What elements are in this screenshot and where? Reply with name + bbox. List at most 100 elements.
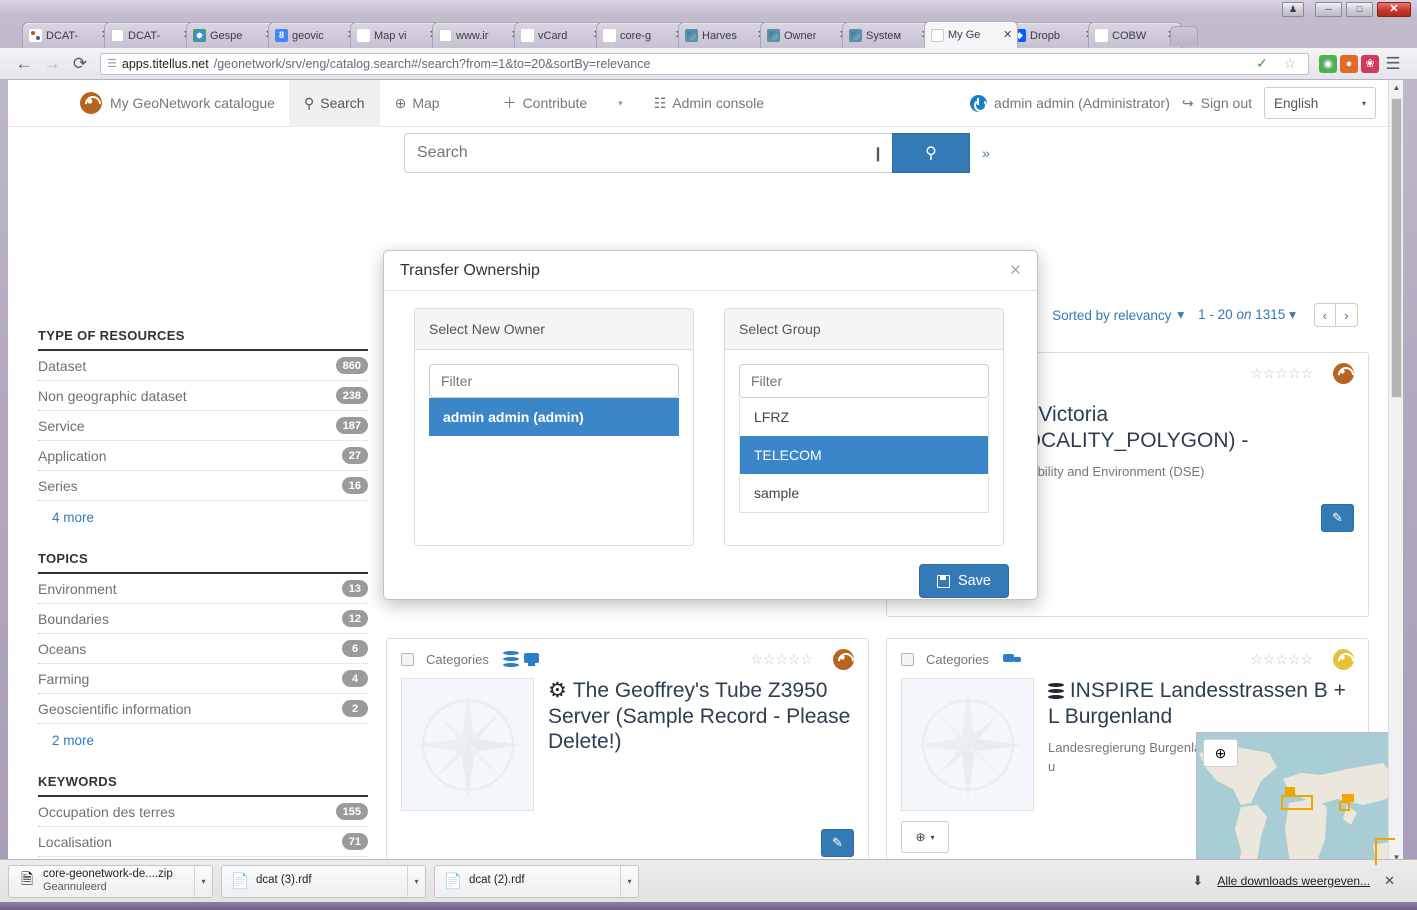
- chrome-menu-button[interactable]: ☰: [1379, 50, 1407, 78]
- sign-out-button[interactable]: ↪ Sign out: [1182, 95, 1252, 112]
- result-thumbnail[interactable]: [401, 678, 534, 811]
- rating-stars[interactable]: ☆☆☆☆☆: [750, 651, 813, 668]
- result-title[interactable]: INSPIRE Landesstrassen B + L Burgenland: [1048, 678, 1354, 729]
- sort-dropdown[interactable]: Sorted by relevancy ▾: [1052, 307, 1184, 323]
- prev-page-button[interactable]: ‹: [1313, 303, 1336, 327]
- browser-tab[interactable]: ☰ My Ge ✕: [924, 21, 1018, 48]
- nav-item-search[interactable]: ⚲ Search: [288, 80, 380, 127]
- nav-item-contribute[interactable]: ＋ Contribute: [455, 80, 603, 127]
- download-menu-caret-icon[interactable]: ▾: [407, 865, 425, 897]
- browser-tab[interactable]: Gespе✕: [186, 22, 280, 48]
- back-button[interactable]: ←: [10, 50, 38, 78]
- window-maximize-button[interactable]: □: [1346, 2, 1373, 17]
- facet-item[interactable]: Localisation 71: [38, 827, 368, 857]
- advanced-search-button[interactable]: ❙: [864, 133, 892, 173]
- search-submit-button[interactable]: ⚲: [892, 133, 970, 173]
- group-option[interactable]: TELECOM: [740, 436, 988, 474]
- edit-button[interactable]: ✎: [821, 829, 854, 857]
- page-scrollbar[interactable]: ▲ ▼: [1388, 80, 1403, 865]
- result-range[interactable]: 1 - 20 on 1315 ▾: [1198, 307, 1296, 323]
- window-close-button[interactable]: ✕: [1377, 2, 1411, 17]
- close-icon[interactable]: ×: [1010, 261, 1021, 280]
- browser-tab[interactable]: Systeм✕: [842, 22, 936, 48]
- next-page-button[interactable]: ›: [1335, 303, 1358, 327]
- facet-show-more-link[interactable]: 2 more: [38, 724, 368, 748]
- language-select[interactable]: English ▾: [1264, 87, 1376, 119]
- reload-button[interactable]: ⟳: [66, 50, 94, 78]
- download-menu-caret-icon[interactable]: ▾: [620, 865, 638, 897]
- scrollbar-thumb[interactable]: [1391, 98, 1402, 398]
- browser-tab[interactable]: ☰www.iг✕: [432, 22, 526, 48]
- facet-item[interactable]: Geoscientific information 2: [38, 694, 368, 724]
- browser-tab[interactable]: W3vCard✕: [514, 22, 608, 48]
- geonetwork-navbar: My GeoNetwork catalogue ⚲ Search ⊕ Map ＋…: [8, 80, 1398, 127]
- search-more-button[interactable]: »: [970, 133, 1002, 173]
- url-path: /geonetwork/srv/eng/catalog.search#/sear…: [213, 56, 651, 71]
- chevron-down-icon[interactable]: ▾: [602, 98, 639, 109]
- browser-tab[interactable]: Harveѕ✕: [678, 22, 772, 48]
- new-tab-button[interactable]: [1170, 26, 1198, 46]
- download-item[interactable]: 📄 dcat (3).rdf ▾: [221, 864, 426, 898]
- catalogue-brand[interactable]: My GeoNetwork catalogue: [66, 92, 289, 114]
- facet-item[interactable]: Boundaries 12: [38, 604, 368, 634]
- result-card[interactable]: Categories ☆☆☆☆☆: [386, 638, 869, 865]
- rating-stars[interactable]: ☆☆☆☆☆: [1250, 651, 1313, 668]
- rating-stars[interactable]: ☆☆☆☆☆: [1250, 365, 1313, 382]
- search-input[interactable]: [404, 133, 864, 173]
- facet-item[interactable]: Application 27: [38, 441, 368, 471]
- close-downloads-bar-icon[interactable]: ✕: [1384, 873, 1395, 889]
- window-minimize-button[interactable]: ─: [1315, 2, 1342, 17]
- facet-item[interactable]: Farming 4: [38, 664, 368, 694]
- browser-tab[interactable]: ●Map vi✕: [350, 22, 444, 48]
- chevron-down-icon: ▾: [1177, 307, 1185, 322]
- download-item[interactable]: 🗎 core-geonetwork-de....zip Geannuleerd ▾: [8, 864, 213, 898]
- extension-avatar-icon[interactable]: ●: [1340, 54, 1358, 73]
- group-option[interactable]: sample: [740, 474, 988, 512]
- scroll-up-icon[interactable]: ▲: [1389, 80, 1404, 95]
- browser-tab[interactable]: ●core-g✕: [596, 22, 690, 48]
- overview-map[interactable]: ⊕: [1196, 732, 1396, 865]
- facet-item[interactable]: Series 16: [38, 471, 368, 501]
- group-filter-input[interactable]: [739, 364, 989, 398]
- facet-item[interactable]: Service 187: [38, 411, 368, 441]
- nav-item-admin-console[interactable]: ☷ Admin console: [639, 80, 779, 127]
- facet-item[interactable]: Oceans 6: [38, 634, 368, 664]
- bookmark-star-icon[interactable]: ☆: [1278, 52, 1302, 76]
- browser-tab[interactable]: Owner✕: [760, 22, 854, 48]
- owner-option-list: admin admin (admin): [429, 398, 679, 436]
- address-bar[interactable]: ☰ apps.titellus.net/geonetwork/srv/eng/c…: [100, 52, 1309, 76]
- forward-button[interactable]: →: [38, 50, 66, 78]
- owner-option[interactable]: admin admin (admin): [429, 398, 679, 436]
- current-user[interactable]: admin admin (Administrator): [970, 94, 1170, 112]
- globe-dropdown-button[interactable]: ⊕ ▾: [901, 821, 949, 853]
- result-thumbnail[interactable]: [901, 678, 1034, 811]
- show-all-downloads-link[interactable]: Alle downloads weergeven...: [1217, 874, 1370, 888]
- select-checkbox[interactable]: [401, 653, 414, 666]
- browser-tab[interactable]: ☰DCAT-✕: [104, 22, 198, 48]
- result-title[interactable]: ⚙ The Geoffrey's Tube Z3950 Server (Sampl…: [548, 678, 854, 755]
- facet-item[interactable]: Dataset 860: [38, 351, 368, 381]
- browser-tab[interactable]: ◆Dropb✕: [1006, 22, 1100, 48]
- select-checkbox[interactable]: [901, 653, 914, 666]
- facet-show-more-link[interactable]: 4 more: [38, 501, 368, 525]
- facet-item[interactable]: Occupation des terres 155: [38, 797, 368, 827]
- facet-item[interactable]: Non geographic dataset 238: [38, 381, 368, 411]
- map-globe-button[interactable]: ⊕: [1203, 739, 1238, 767]
- feed-icon[interactable]: ✓: [1250, 52, 1274, 76]
- browser-tab[interactable]: 8geovic✕: [268, 22, 362, 48]
- extension-puzzle-icon[interactable]: ◉: [1319, 54, 1337, 73]
- owner-filter-input[interactable]: [429, 364, 679, 398]
- nav-item-map[interactable]: ⊕ Map: [380, 80, 455, 127]
- download-menu-caret-icon[interactable]: ▾: [194, 865, 212, 897]
- save-button[interactable]: Save: [918, 564, 1009, 598]
- group-option[interactable]: LFRZ: [740, 398, 988, 436]
- browser-tab[interactable]: ☁COBW✕: [1088, 22, 1182, 48]
- browser-tab[interactable]: DCAT-✕: [22, 22, 116, 48]
- browser-tab-label: vCard: [538, 29, 568, 42]
- close-icon[interactable]: ✕: [1003, 29, 1013, 41]
- facet-item[interactable]: Environment 13: [38, 574, 368, 604]
- window-user-button[interactable]: ♟: [1282, 2, 1304, 17]
- download-item[interactable]: 📄 dcat (2).rdf ▾: [434, 864, 639, 898]
- extension-flower-icon[interactable]: ❀: [1361, 54, 1379, 73]
- edit-button[interactable]: ✎: [1321, 504, 1354, 533]
